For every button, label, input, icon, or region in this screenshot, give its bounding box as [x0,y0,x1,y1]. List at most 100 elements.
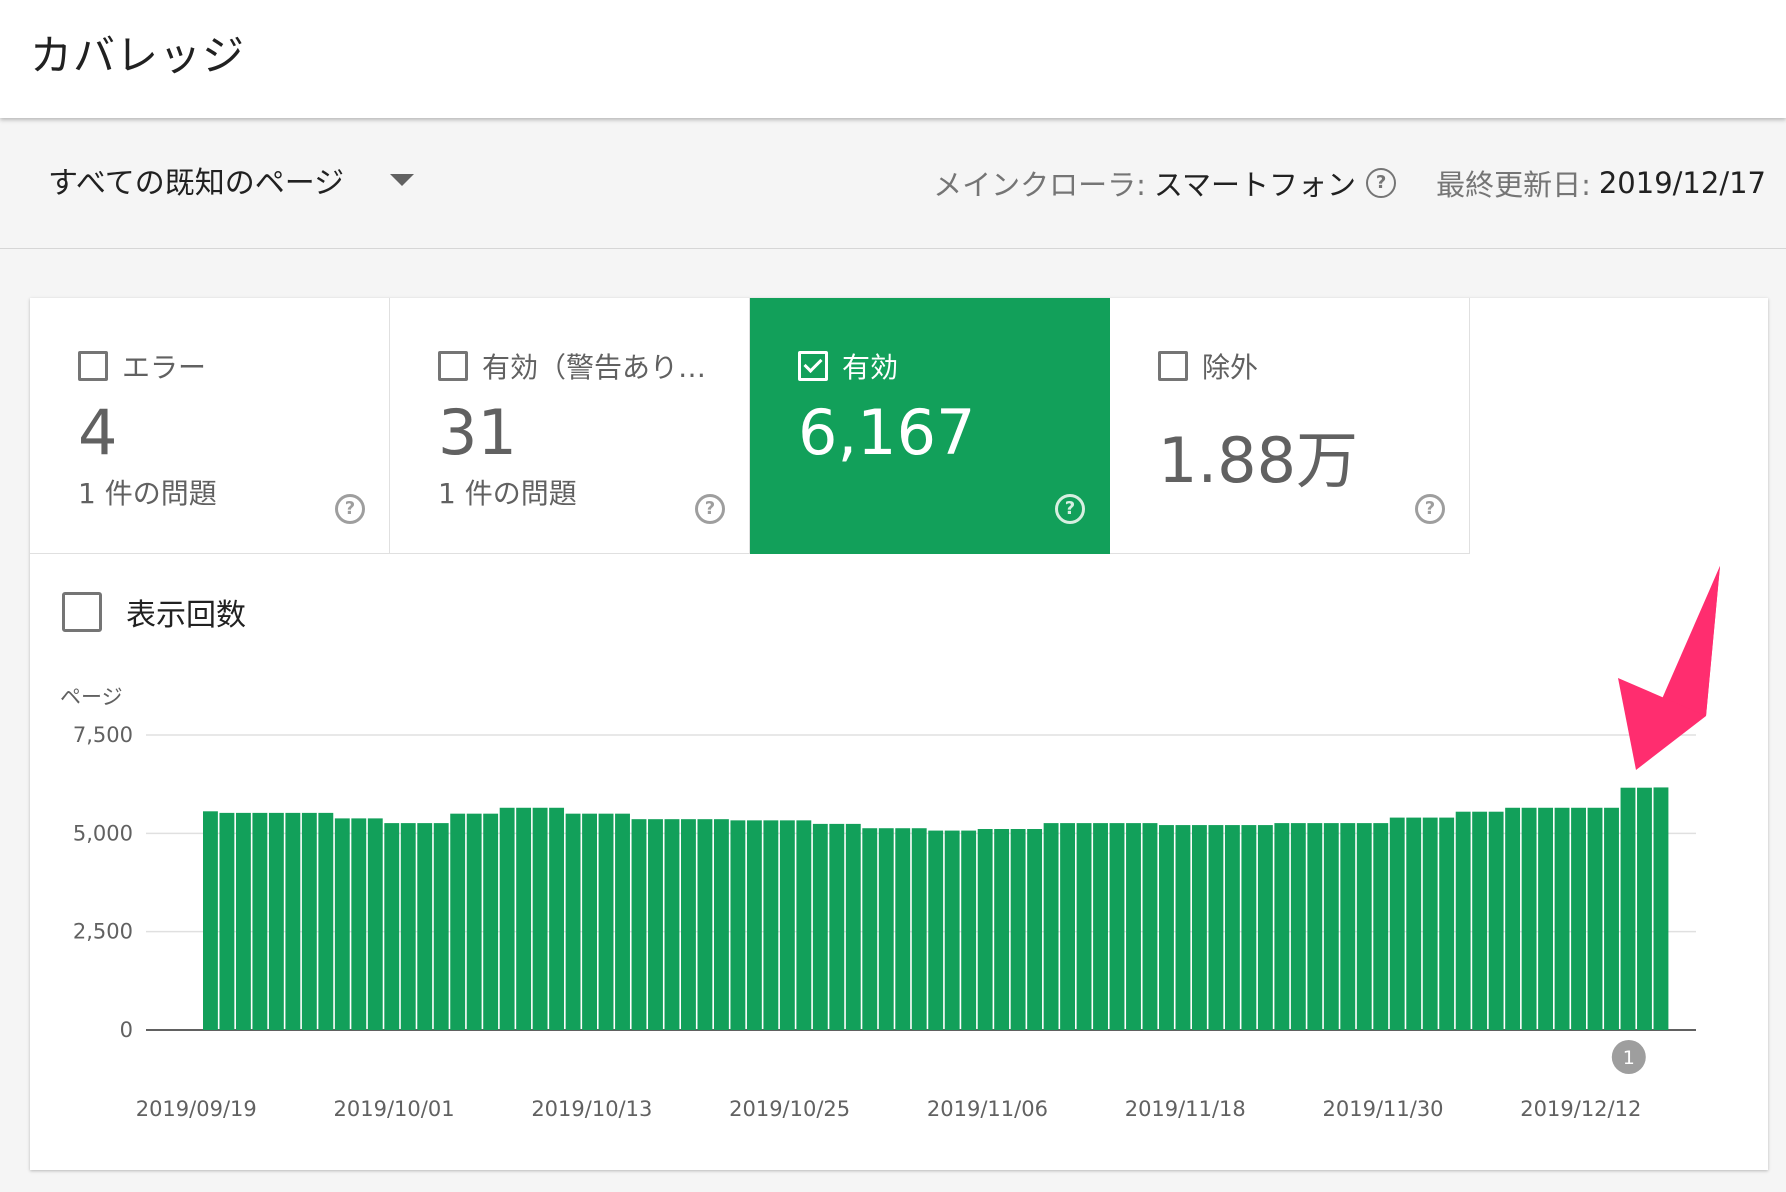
bar[interactable] [417,823,433,1030]
bar[interactable] [532,807,548,1030]
bar[interactable] [367,818,383,1030]
bar[interactable] [1505,807,1521,1030]
bar[interactable] [664,819,680,1030]
bar[interactable] [1027,829,1043,1030]
bar[interactable] [944,830,960,1030]
bar[interactable] [697,819,713,1030]
updated-value: 2019/12/17 [1598,166,1766,200]
x-tick-label: 2019/11/18 [1125,1097,1246,1121]
x-tick-label: 2019/11/06 [927,1097,1048,1121]
bar[interactable] [516,807,532,1030]
bar[interactable] [895,828,911,1030]
bar[interactable] [235,812,251,1030]
bar[interactable] [1142,823,1158,1030]
bar[interactable] [565,813,581,1030]
bar[interactable] [1241,825,1257,1030]
bar[interactable] [1587,807,1603,1030]
bar[interactable] [1620,787,1636,1030]
bar[interactable] [1422,817,1438,1030]
bar[interactable] [845,823,861,1030]
y-tick-label: 0 [120,1018,133,1042]
bar[interactable] [1340,823,1356,1030]
bar[interactable] [1010,829,1026,1030]
bar[interactable] [1224,825,1240,1030]
bar[interactable] [318,812,334,1030]
bar[interactable] [334,818,350,1030]
bar[interactable] [351,818,367,1030]
bar[interactable] [1323,823,1339,1030]
bar[interactable] [730,820,746,1030]
bar[interactable] [285,812,301,1030]
bar[interactable] [1307,823,1323,1030]
bar[interactable] [763,820,779,1030]
bar[interactable] [1488,811,1504,1030]
bar[interactable] [1290,823,1306,1030]
bar[interactable] [1406,817,1422,1030]
bar[interactable] [384,823,400,1030]
bar[interactable] [499,807,515,1030]
bar[interactable] [1571,807,1586,1030]
bar[interactable] [1043,823,1059,1030]
bar[interactable] [746,820,762,1030]
bar[interactable] [1472,811,1488,1030]
help-icon[interactable]: ? [1366,168,1397,198]
y-tick-label: 7,500 [73,723,133,747]
bar[interactable] [549,807,565,1030]
bar[interactable] [1538,807,1554,1030]
bar[interactable] [483,813,499,1030]
bar[interactable] [1439,817,1455,1030]
bar[interactable] [1356,823,1372,1030]
bar[interactable] [268,812,284,1030]
bar[interactable] [1191,825,1207,1030]
bar[interactable] [928,830,944,1030]
bar[interactable] [961,830,977,1030]
bar[interactable] [1159,825,1174,1030]
bar[interactable] [219,812,235,1030]
bar[interactable] [1637,787,1652,1030]
bar[interactable] [631,819,647,1030]
bar[interactable] [713,819,729,1030]
bar[interactable] [1175,825,1191,1030]
bar[interactable] [681,819,696,1030]
x-tick-label: 2019/09/19 [136,1097,257,1121]
page-title: カバレッジ [30,31,246,80]
bar[interactable] [582,813,597,1030]
x-tick-label: 2019/10/01 [334,1097,455,1121]
bar[interactable] [1521,807,1537,1030]
bar[interactable] [994,829,1010,1030]
bar[interactable] [1554,807,1570,1030]
bar[interactable] [1208,825,1224,1030]
bar[interactable] [1257,825,1273,1030]
bar[interactable] [1274,823,1290,1030]
bar[interactable] [1389,817,1405,1030]
bar[interactable] [779,820,795,1030]
bar[interactable] [1373,823,1389,1030]
bar[interactable] [252,812,268,1030]
bar[interactable] [466,813,482,1030]
bar[interactable] [1604,807,1619,1030]
bar[interactable] [203,811,218,1030]
bar[interactable] [911,828,927,1030]
crawler-value: スマートフォン [1153,168,1357,202]
bar[interactable] [977,829,993,1030]
bar[interactable] [1109,823,1125,1030]
bar[interactable] [1126,823,1141,1030]
bar[interactable] [301,812,317,1030]
bar[interactable] [862,828,878,1030]
bar[interactable] [1455,811,1471,1030]
bar[interactable] [796,820,812,1030]
bar[interactable] [878,828,894,1030]
bar[interactable] [829,823,845,1030]
bar[interactable] [1653,787,1669,1030]
page-scope-dropdown[interactable]: すべての既知のページ [48,158,415,202]
bar[interactable] [648,819,663,1030]
bar[interactable] [433,823,449,1030]
bar[interactable] [615,813,630,1030]
bar[interactable] [1076,823,1092,1030]
bar[interactable] [400,823,416,1030]
bar[interactable] [1093,823,1108,1030]
bar[interactable] [1060,823,1076,1030]
bar[interactable] [450,813,466,1030]
bar[interactable] [812,823,828,1030]
bar[interactable] [598,813,614,1030]
